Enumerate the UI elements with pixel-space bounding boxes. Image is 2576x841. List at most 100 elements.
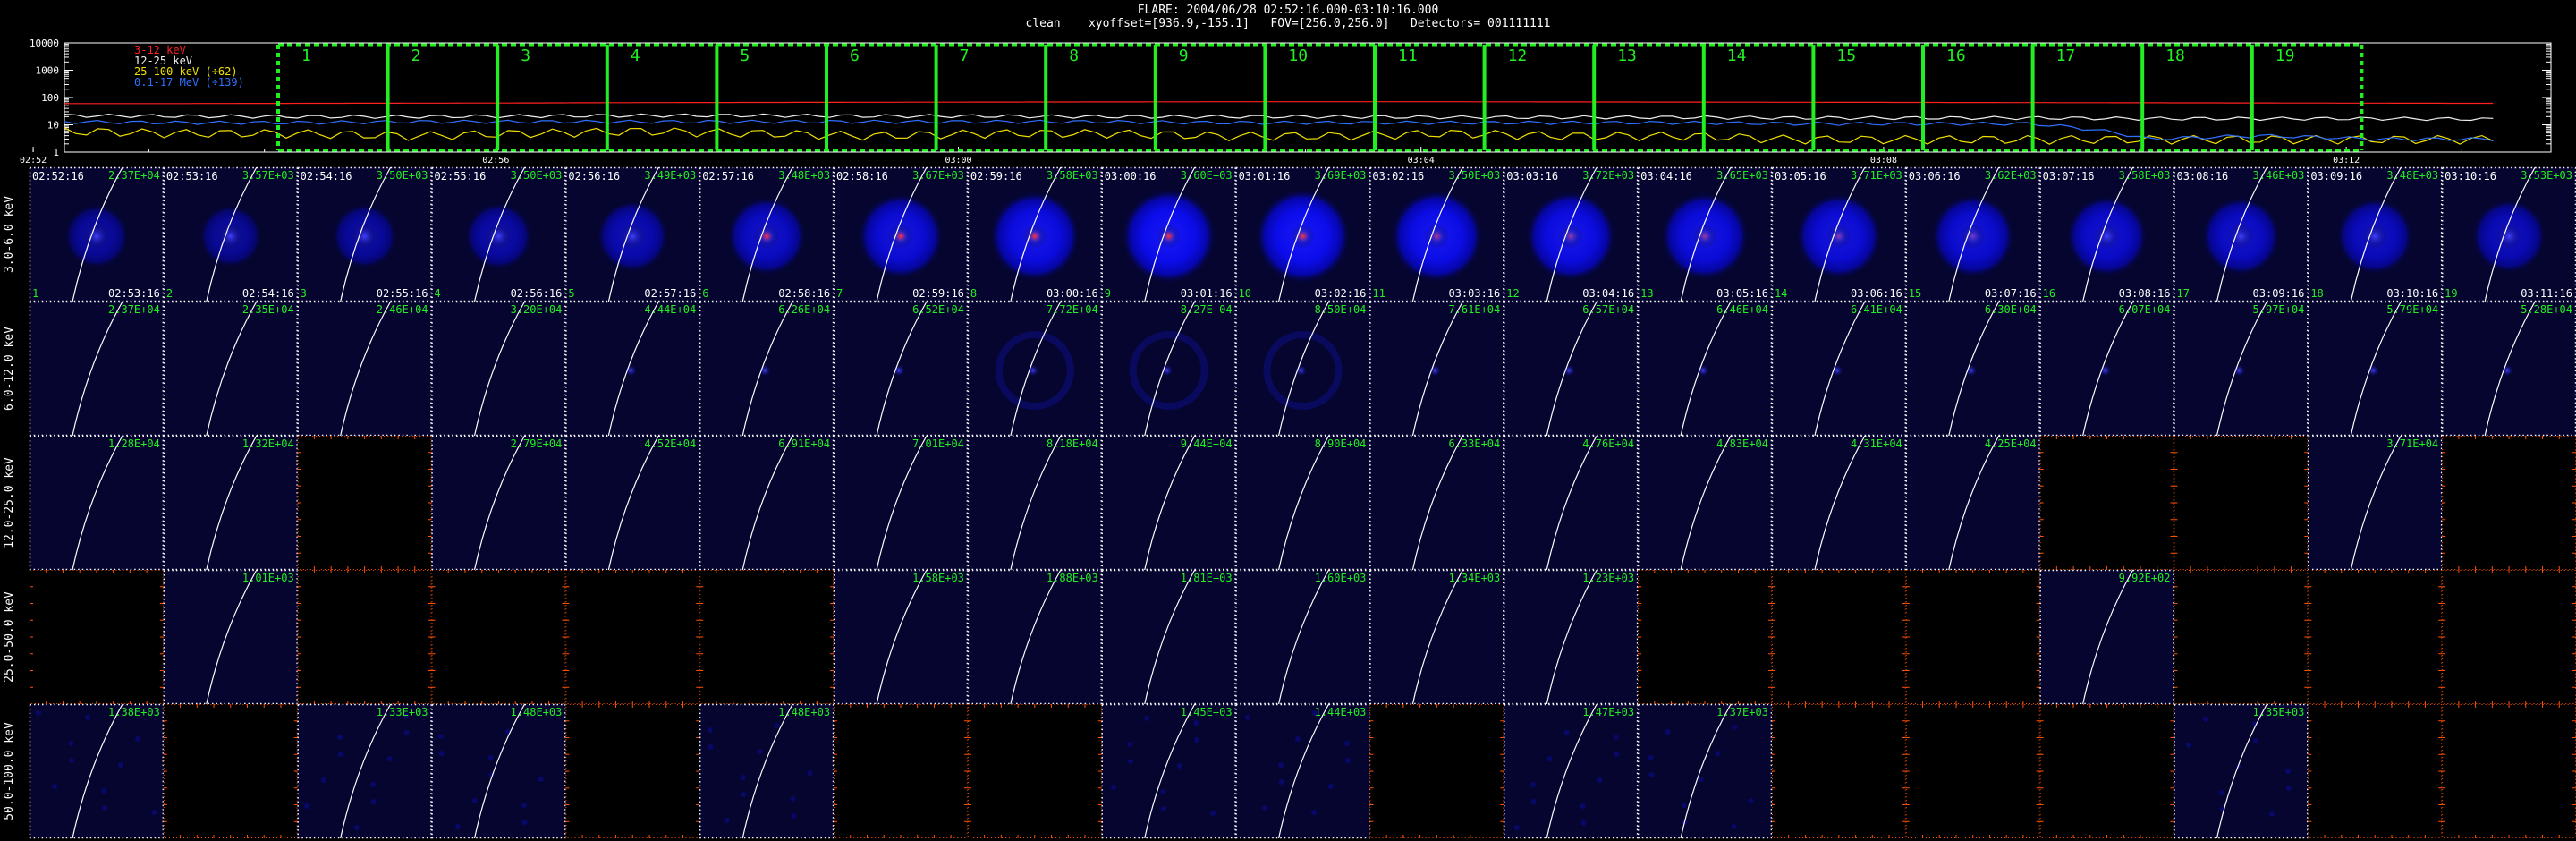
image-grid: 3.0-6.0 keV 2.37E+04 02:52:16 02:53:16 1 3.57… (3, 166, 2576, 839)
image-cell: 3.49E+03 02:56:16 02:57:16 5 (565, 166, 700, 302)
interval-number: 19 (2445, 287, 2457, 300)
peak-flux-label: 3.60E+03 (1181, 169, 1233, 182)
start-time-label: 02:59:16 (970, 170, 1022, 183)
empty-cell (297, 570, 432, 704)
cell-background (834, 436, 968, 570)
cell-background (2308, 436, 2443, 570)
empty-cell (2308, 570, 2443, 704)
peak-flux-label: 3.50E+03 (377, 169, 428, 182)
image-cell: 1.28E+04 (29, 435, 165, 571)
noise-blob (36, 710, 41, 716)
peak-flux-label: 6.26E+04 (778, 303, 830, 316)
empty-cell (431, 570, 566, 704)
image-cell: 5.79E+04 (2308, 301, 2443, 437)
cell-background (1101, 436, 1236, 570)
cell-background (565, 570, 700, 704)
noise-blob (438, 734, 444, 739)
end-time-label: 03:04:16 (1582, 287, 1634, 300)
interval-number: 2 (166, 287, 173, 300)
peak-flux-label: 1.44E+03 (1315, 706, 1367, 718)
peak-flux-label: 6.33E+04 (1448, 437, 1500, 450)
interval-number: 17 (2176, 287, 2189, 300)
noise-blob (2202, 717, 2208, 722)
peak-flux-label: 4.44E+04 (644, 303, 696, 316)
cell-background (1369, 436, 1504, 570)
image-cell: 6.41E+04 (1771, 301, 1907, 437)
peak-flux-label: 4.25E+04 (1985, 437, 2037, 450)
end-time-label: 02:55:16 (377, 287, 428, 300)
peak-flux-label: 3.62E+03 (1985, 169, 2037, 182)
noise-blob (386, 756, 393, 761)
image-cell: 3.50E+03 03:02:16 03:03:16 11 (1369, 166, 1504, 302)
row-energy-label: 25.0-50.0 keV (3, 591, 16, 683)
peak-flux-label: 1.23E+03 (1582, 572, 1634, 584)
noise-blob (1111, 785, 1117, 790)
cell-background (1504, 704, 1639, 838)
end-time-label: 03:11:16 (2521, 287, 2572, 300)
noise-blob (1210, 811, 1216, 816)
peak-flux-label: 7.72E+04 (1046, 303, 1098, 316)
start-time-label: 02:53:16 (166, 170, 218, 183)
noise-blob (353, 825, 360, 830)
noise-blob (1530, 799, 1537, 804)
peak-flux-label: 1.35E+03 (2253, 706, 2305, 718)
peak-flux-label: 9.44E+04 (1181, 437, 1233, 450)
cell-background (297, 302, 432, 436)
source-spot (758, 364, 772, 377)
image-cell: 1.88E+03 (967, 569, 1102, 705)
image-cell: 6.52E+04 (833, 301, 969, 437)
peak-flux-label: 3.49E+03 (644, 169, 696, 182)
noise-blob (2285, 786, 2292, 791)
noise-blob (118, 762, 124, 768)
source-spot (1294, 364, 1308, 377)
empty-cell (2039, 436, 2174, 570)
noise-blob (85, 715, 91, 720)
noise-blob (320, 777, 326, 783)
empty-cell (565, 704, 700, 838)
peak-flux-label: 1.32E+04 (242, 437, 294, 450)
peak-flux-label: 9.92E+02 (2119, 572, 2171, 584)
noise-blob (740, 775, 746, 780)
image-cell: 3.72E+03 03:03:16 03:04:16 12 (1504, 166, 1639, 302)
image-cell: 3.57E+03 02:53:16 02:54:16 2 (163, 166, 298, 302)
noise-blob (538, 777, 544, 782)
start-time-label: 03:10:16 (2445, 170, 2496, 183)
source-spot (2367, 364, 2380, 377)
image-cell: 3.58E+03 03:07:16 03:08:16 16 (2039, 166, 2174, 302)
peak-flux-label: 6.41E+04 (1851, 303, 1902, 316)
image-cell: 8.27E+04 (1101, 301, 1236, 437)
peak-flux-label: 1.47E+03 (1582, 706, 1634, 718)
cell-background (967, 704, 1102, 838)
noise-blob (1530, 782, 1536, 787)
cell-background (2442, 704, 2576, 838)
image-cell: 1.32E+04 (163, 435, 298, 571)
end-time-label: 03:10:16 (2386, 287, 2438, 300)
cell-background (1638, 570, 1772, 704)
empty-cell (565, 570, 700, 704)
image-cell: 3.62E+03 03:06:16 03:07:16 15 (1905, 166, 2040, 302)
empty-cell (30, 570, 164, 704)
cell-background (2308, 570, 2443, 704)
image-cell: 1.44E+03 (1235, 703, 1370, 839)
image-cell: 3.48E+03 03:09:16 03:10:16 18 (2308, 166, 2443, 302)
noise-blob (1748, 798, 1754, 803)
start-time-label: 03:08:16 (2176, 170, 2228, 183)
cell-background (967, 436, 1102, 570)
empty-cell (2174, 570, 2309, 704)
image-cell: 1.38E+03 (29, 703, 165, 839)
image-cell: 4.52E+04 (565, 435, 700, 571)
end-time-label: 02:59:16 (912, 287, 964, 300)
end-time-label: 03:06:16 (1851, 287, 1902, 300)
cell-background (699, 436, 835, 570)
cell-background (1235, 570, 1370, 704)
cell-background (431, 436, 566, 570)
cell-background (565, 704, 700, 838)
noise-blob (1261, 805, 1267, 811)
cell-background (297, 570, 432, 704)
image-cell: 1.34E+03 (1369, 569, 1504, 705)
noise-blob (1344, 758, 1351, 763)
noise-blob (2186, 743, 2192, 748)
peak-flux-label: 3.50E+03 (1448, 169, 1500, 182)
interval-number: 16 (2043, 287, 2055, 300)
noise-blob (1580, 803, 1586, 809)
